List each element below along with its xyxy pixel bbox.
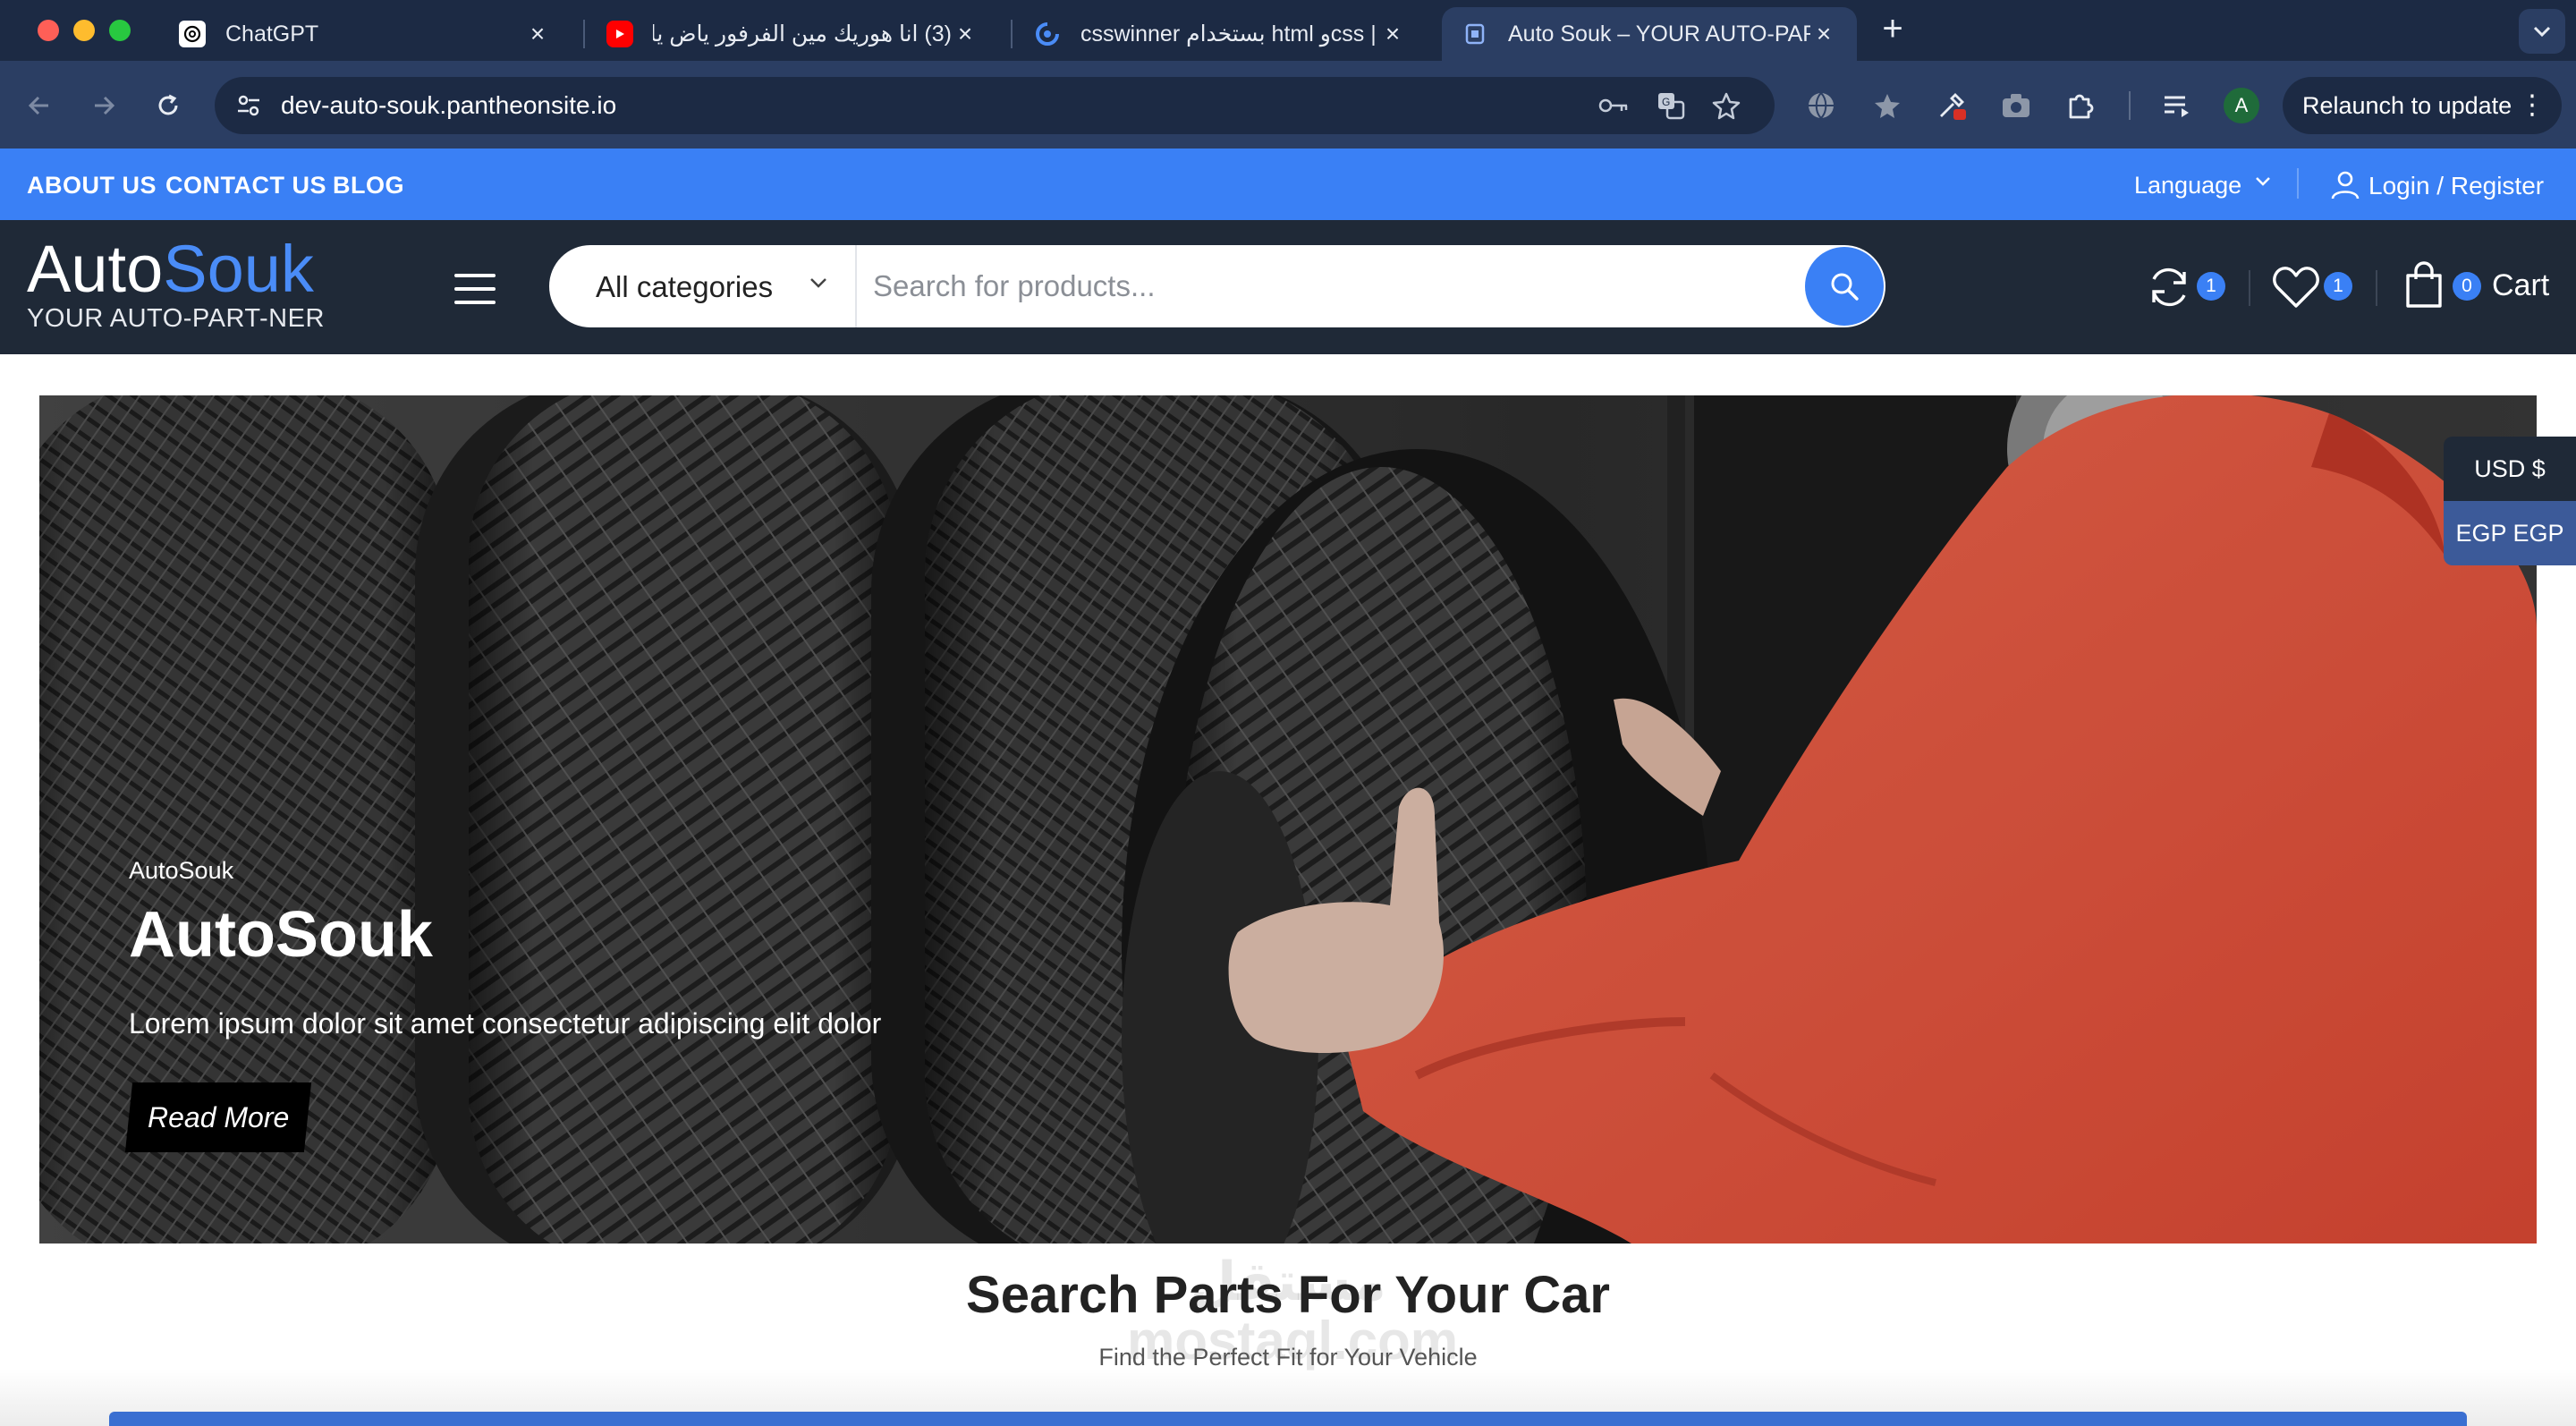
autosouk-icon [1462,21,1488,47]
read-more-label: Read More [147,1101,290,1133]
currency-option-usd[interactable]: USD $ [2444,437,2576,501]
chevron-down-icon [810,278,826,288]
site-header: AutoSouk YOUR AUTO-PART-NER All categori… [0,220,2576,354]
maximize-window-button[interactable] [109,20,131,41]
browser-tab-bar: ChatGPT × (3) انا هوريك مين الفرفور ياض … [0,0,2576,61]
tab-close-icon[interactable]: × [524,20,551,48]
tab-divider [583,20,585,48]
cart-count-badge: 0 [2453,272,2481,301]
profile-avatar[interactable]: A [2224,88,2259,123]
site-topbar: ABOUT US CONTACT US BLOG Language Login … [0,149,2576,220]
browser-tab-active[interactable]: Auto Souk – YOUR AUTO-PART-NER × [1442,7,1857,61]
star-icon[interactable] [1710,89,1742,122]
search-divider [855,245,857,327]
tab-close-icon[interactable]: × [1379,20,1406,48]
wishlist-count-badge: 1 [2324,272,2352,301]
read-more-button[interactable]: Read More [124,1082,312,1152]
shopping-bag-icon [2406,261,2442,308]
relaunch-to-update-button[interactable]: Relaunch to update ⋮ [2283,77,2562,134]
hero-title: AutoSouk [129,899,433,971]
search-button[interactable] [1805,247,1884,326]
eyedropper-extension-icon[interactable] [1934,88,1970,123]
login-register-link[interactable]: Login / Register [2368,172,2544,200]
currency-option-egp[interactable]: EGP EGP [2444,501,2576,565]
tab-close-icon[interactable]: × [952,20,979,48]
extensions-puzzle-icon[interactable] [2063,88,2098,123]
product-search-bar: All categories [549,245,1885,327]
new-tab-button[interactable]: + [1875,11,1911,48]
section-title-rest: Your Car [1381,1266,1610,1324]
topbar-divider [2297,168,2299,199]
section-title-bold: Search Parts For [966,1266,1382,1324]
nav-link-about-us[interactable]: ABOUT US [27,172,157,199]
compare-button[interactable] [2145,263,2193,316]
arrow-left-icon [28,96,48,115]
cart-button[interactable] [2402,261,2445,314]
site-info-icon[interactable] [231,88,267,123]
section-subtitle: Find the Perfect Fit for Your Vehicle [1098,1344,1478,1371]
nav-link-blog[interactable]: BLOG [333,172,404,199]
chatgpt-icon [179,21,206,47]
key-icon[interactable] [1597,89,1630,122]
address-bar[interactable]: dev-auto-souk.pantheonsite.io G [215,77,1775,134]
media-queue-icon[interactable] [2159,88,2195,123]
minimize-window-button[interactable] [73,20,95,41]
translate-icon[interactable]: G [1655,89,1687,122]
more-menu-icon[interactable]: ⋮ [2519,77,2546,134]
tab-title: (3) انا هوريك مين الفرفور ياض يا نا [653,21,952,47]
browser-toolbar: dev-auto-souk.pantheonsite.io G A Relaun… [0,61,2576,149]
reload-button[interactable] [150,88,186,123]
heart-icon [2273,267,2319,308]
browser-tab[interactable]: (3) انا هوريك مين الفرفور ياض يا نا × [587,7,998,61]
tab-title: Auto Souk – YOUR AUTO-PART-NER [1508,21,1810,47]
nav-link-contact-us[interactable]: CONTACT US [165,172,326,199]
user-icon [2331,171,2360,199]
header-divider [2376,270,2377,306]
cart-label[interactable]: Cart [2492,268,2549,303]
search-form-strip [109,1412,2467,1426]
category-select[interactable]: All categories [596,270,773,304]
globe-extension-icon[interactable] [1803,88,1839,123]
site-logo[interactable]: AutoSouk YOUR AUTO-PART-NER [27,234,325,334]
wishlist-button[interactable] [2272,265,2320,314]
hero-eyebrow: AutoSouk [129,857,234,884]
hero-image-tires-mechanic [39,395,2537,1244]
reload-icon [158,94,178,115]
youtube-icon [606,21,633,47]
language-selector[interactable]: Language [2134,172,2241,199]
search-icon [1831,273,1859,301]
hero-description: Lorem ipsum dolor sit amet consectetur a… [129,1007,882,1040]
svg-text:G: G [1662,96,1670,108]
header-divider [2249,270,2250,306]
forward-button[interactable] [86,88,122,123]
logo-text-auto: Auto [27,232,164,306]
compare-count-badge: 1 [2197,272,2225,301]
hero-banner: AutoSouk AutoSouk Lorem ipsum dolor sit … [39,395,2537,1244]
search-input[interactable] [873,258,1821,315]
bookmark-star-extension-icon[interactable] [1869,88,1905,123]
camera-extension-icon[interactable] [1998,88,2034,123]
browser-tab[interactable]: ChatGPT × [159,7,571,61]
section-title: Search Parts For Your Car [0,1265,2576,1325]
site-icon [1034,21,1061,47]
back-button[interactable] [21,88,57,123]
tab-title: csswinner بستخدام html وcss | [1080,21,1377,47]
menu-hamburger-icon[interactable] [454,274,497,304]
url-text: dev-auto-souk.pantheonsite.io [281,91,617,119]
compare-refresh-icon [2152,267,2186,307]
tab-close-icon[interactable]: × [1810,20,1837,48]
toolbar-divider [2129,91,2131,120]
tab-title: ChatGPT [225,21,319,47]
tab-search-button[interactable] [2519,9,2565,54]
close-window-button[interactable] [38,20,59,41]
chevron-down-icon [2256,177,2270,186]
arrow-right-icon [95,96,115,115]
chevron-down-icon [2533,26,2551,38]
relaunch-label: Relaunch to update [2302,92,2512,119]
logo-tagline: YOUR AUTO-PART-NER [27,304,325,333]
browser-tab[interactable]: csswinner بستخدام html وcss | × [1014,7,1426,61]
tab-divider [1011,20,1013,48]
logo-text-souk: Souk [163,232,314,306]
